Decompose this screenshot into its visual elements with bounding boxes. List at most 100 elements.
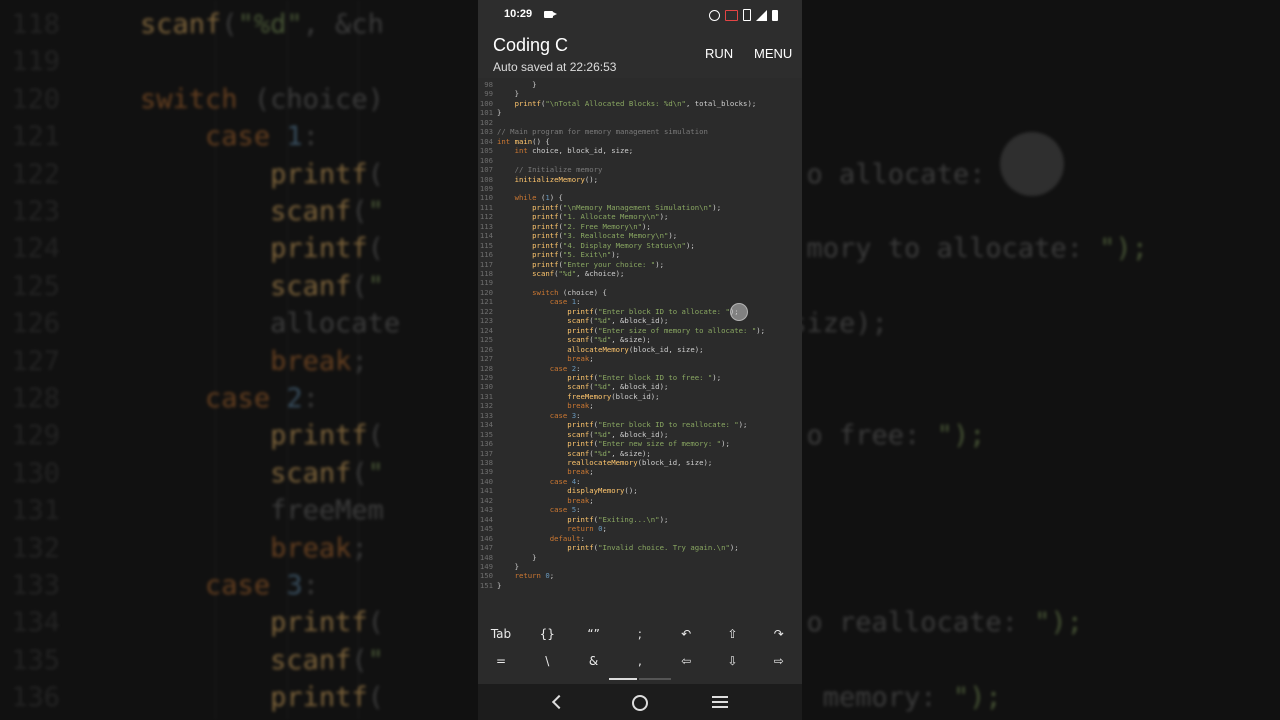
code-line[interactable]: 138 reallocateMemory(block_id, size); bbox=[478, 458, 802, 468]
line-number: 103 bbox=[479, 127, 493, 137]
code-text: break; bbox=[567, 495, 594, 505]
code-line[interactable]: 140 case 4: bbox=[478, 477, 802, 487]
alarm-icon bbox=[709, 9, 720, 21]
code-line[interactable]: 148 } bbox=[478, 553, 802, 563]
code-editor[interactable]: 98 } 99 } 100 printf("\nTotal Allocated Bl… bbox=[478, 78, 802, 620]
home-icon[interactable] bbox=[632, 695, 648, 711]
background-code-text: break; bbox=[270, 532, 368, 564]
code-text: printf("Enter your choice: "); bbox=[532, 259, 664, 269]
code-line[interactable]: 122 printf("Enter block ID to allocate: … bbox=[478, 307, 802, 317]
code-line[interactable]: 109 bbox=[478, 184, 802, 194]
run-button[interactable]: RUN bbox=[705, 46, 733, 61]
quotes-key[interactable]: “” bbox=[571, 620, 617, 648]
code-line[interactable]: 118 scanf("%d", &choice); bbox=[478, 269, 802, 279]
arrow-right-key[interactable]: ⇨ bbox=[756, 647, 802, 675]
tab-key[interactable]: Tab bbox=[478, 620, 524, 648]
code-text: return 0; bbox=[514, 571, 555, 581]
code-text: printf("Invalid choice. Try again.\n"); bbox=[567, 543, 739, 553]
code-line[interactable]: 128 case 2: bbox=[478, 364, 802, 374]
code-line[interactable]: 108 initializeMemory(); bbox=[478, 175, 802, 185]
code-line[interactable]: 143 case 5: bbox=[478, 505, 802, 515]
code-line[interactable]: 102 bbox=[478, 118, 802, 128]
code-line[interactable]: 151} bbox=[478, 581, 802, 591]
code-line[interactable]: 133 case 3: bbox=[478, 411, 802, 421]
code-text: printf("Exiting...\n"); bbox=[567, 514, 669, 524]
code-line[interactable]: 129 printf("Enter block ID to free: "); bbox=[478, 373, 802, 383]
code-line[interactable]: 131 freeMemory(block_id); bbox=[478, 392, 802, 402]
code-line[interactable]: 111 printf("\nMemory Management Simulati… bbox=[478, 203, 802, 213]
line-number: 102 bbox=[479, 117, 493, 127]
code-line[interactable]: 110 while (1) { bbox=[478, 193, 802, 203]
code-line[interactable]: 126 allocateMemory(block_id, size); bbox=[478, 345, 802, 355]
semicolon-key[interactable]: ; bbox=[617, 620, 663, 648]
code-line[interactable]: 99 } bbox=[478, 89, 802, 99]
menu-button[interactable]: MENU bbox=[754, 46, 792, 61]
line-number: 98 bbox=[484, 80, 493, 89]
code-line[interactable]: 103 // Main program for memory management… bbox=[478, 127, 802, 137]
code-line[interactable]: 149 } bbox=[478, 562, 802, 572]
code-line[interactable]: 119 bbox=[478, 278, 802, 288]
code-line[interactable]: 113 printf("2. Free Memory\n"); bbox=[478, 222, 802, 232]
code-line[interactable]: 107 // Initialize memory bbox=[478, 165, 802, 175]
page-indicator bbox=[639, 678, 671, 680]
code-line[interactable]: 98 } bbox=[478, 80, 802, 90]
code-line[interactable]: 144 printf("Exiting...\n"); bbox=[478, 515, 802, 525]
code-line[interactable]: 121 case 1: bbox=[478, 297, 802, 307]
code-line[interactable]: 150 return 0; bbox=[478, 571, 802, 581]
code-line[interactable]: 134 printf("Enter block ID to reallocate… bbox=[478, 420, 802, 430]
code-line[interactable]: 116 printf("5. Exit\n"); bbox=[478, 250, 802, 260]
code-line[interactable]: 114 printf("3. Reallocate Memory\n"); bbox=[478, 231, 802, 241]
code-text: printf("\nMemory Management Simulation\n… bbox=[532, 202, 722, 212]
code-line[interactable]: 100 printf("\nTotal Allocated Blocks: %d… bbox=[478, 99, 802, 109]
code-line[interactable]: 146 default: bbox=[478, 534, 802, 544]
line-number: 114 bbox=[479, 231, 493, 241]
code-line[interactable]: 101} bbox=[478, 108, 802, 118]
code-line[interactable]: 106 bbox=[478, 156, 802, 166]
code-line[interactable]: 145 return 0; bbox=[478, 524, 802, 534]
code-line[interactable]: 127 break; bbox=[478, 354, 802, 364]
code-line[interactable]: 141 displayMemory(); bbox=[478, 486, 802, 496]
background-line-number: 123 bbox=[11, 196, 60, 227]
background-line-number: 136 bbox=[11, 682, 60, 714]
code-text: default: bbox=[549, 533, 585, 543]
code-line[interactable]: 136 printf("Enter new size of memory: ")… bbox=[478, 439, 802, 449]
equals-key[interactable]: = bbox=[478, 647, 524, 675]
code-line[interactable]: 104 int main() { bbox=[478, 137, 802, 147]
line-number: 112 bbox=[479, 212, 493, 222]
code-line[interactable]: 130 scanf("%d", &block_id); bbox=[478, 382, 802, 392]
comma-key[interactable]: , bbox=[617, 647, 663, 675]
code-line[interactable]: 132 break; bbox=[478, 401, 802, 411]
line-number: 133 bbox=[479, 410, 493, 420]
code-line[interactable]: 105 int choice, block_id, size; bbox=[478, 146, 802, 156]
arrow-down-key[interactable]: ⇩ bbox=[710, 647, 756, 675]
shift-up-key[interactable]: ⇧ bbox=[710, 620, 756, 648]
code-line[interactable]: 115 printf("4. Display Memory Status\n")… bbox=[478, 241, 802, 251]
backslash-key[interactable]: \ bbox=[524, 647, 570, 675]
line-number: 147 bbox=[479, 543, 493, 553]
code-line[interactable]: 117 printf("Enter your choice: "); bbox=[478, 260, 802, 270]
code-line[interactable]: 139 break; bbox=[478, 467, 802, 477]
braces-key[interactable]: {} bbox=[524, 620, 570, 648]
code-text: } bbox=[497, 561, 519, 571]
code-line[interactable]: 125 scanf("%d", &size); bbox=[478, 335, 802, 345]
code-line[interactable]: 135 scanf("%d", &block_id); bbox=[478, 430, 802, 440]
code-text: printf("2. Free Memory\n"); bbox=[532, 221, 651, 231]
back-icon[interactable] bbox=[551, 694, 567, 710]
line-number: 121 bbox=[479, 297, 493, 307]
undo-key[interactable]: ↶ bbox=[663, 620, 709, 648]
code-line[interactable]: 137 scanf("%d", &size); bbox=[478, 449, 802, 459]
status-icons bbox=[709, 8, 778, 22]
code-line[interactable]: 120 switch (choice) { bbox=[478, 288, 802, 298]
background-code-text: case 2: bbox=[205, 383, 319, 414]
ampersand-key[interactable]: & bbox=[571, 647, 617, 675]
code-line[interactable]: 147 printf("Invalid choice. Try again.\n… bbox=[478, 543, 802, 553]
code-text: scanf("%d", &block_id); bbox=[567, 316, 669, 326]
code-line[interactable]: 112 printf("1. Allocate Memory\n"); bbox=[478, 212, 802, 222]
redo-key[interactable]: ↷ bbox=[756, 620, 802, 648]
arrow-left-key[interactable]: ⇦ bbox=[663, 647, 709, 675]
code-line[interactable]: 142 break; bbox=[478, 496, 802, 506]
background-code-text: break; bbox=[270, 345, 368, 377]
code-line[interactable]: 124 printf("Enter size of memory to allo… bbox=[478, 326, 802, 336]
recents-icon[interactable] bbox=[712, 696, 728, 708]
code-line[interactable]: 123 scanf("%d", &block_id); bbox=[478, 316, 802, 326]
